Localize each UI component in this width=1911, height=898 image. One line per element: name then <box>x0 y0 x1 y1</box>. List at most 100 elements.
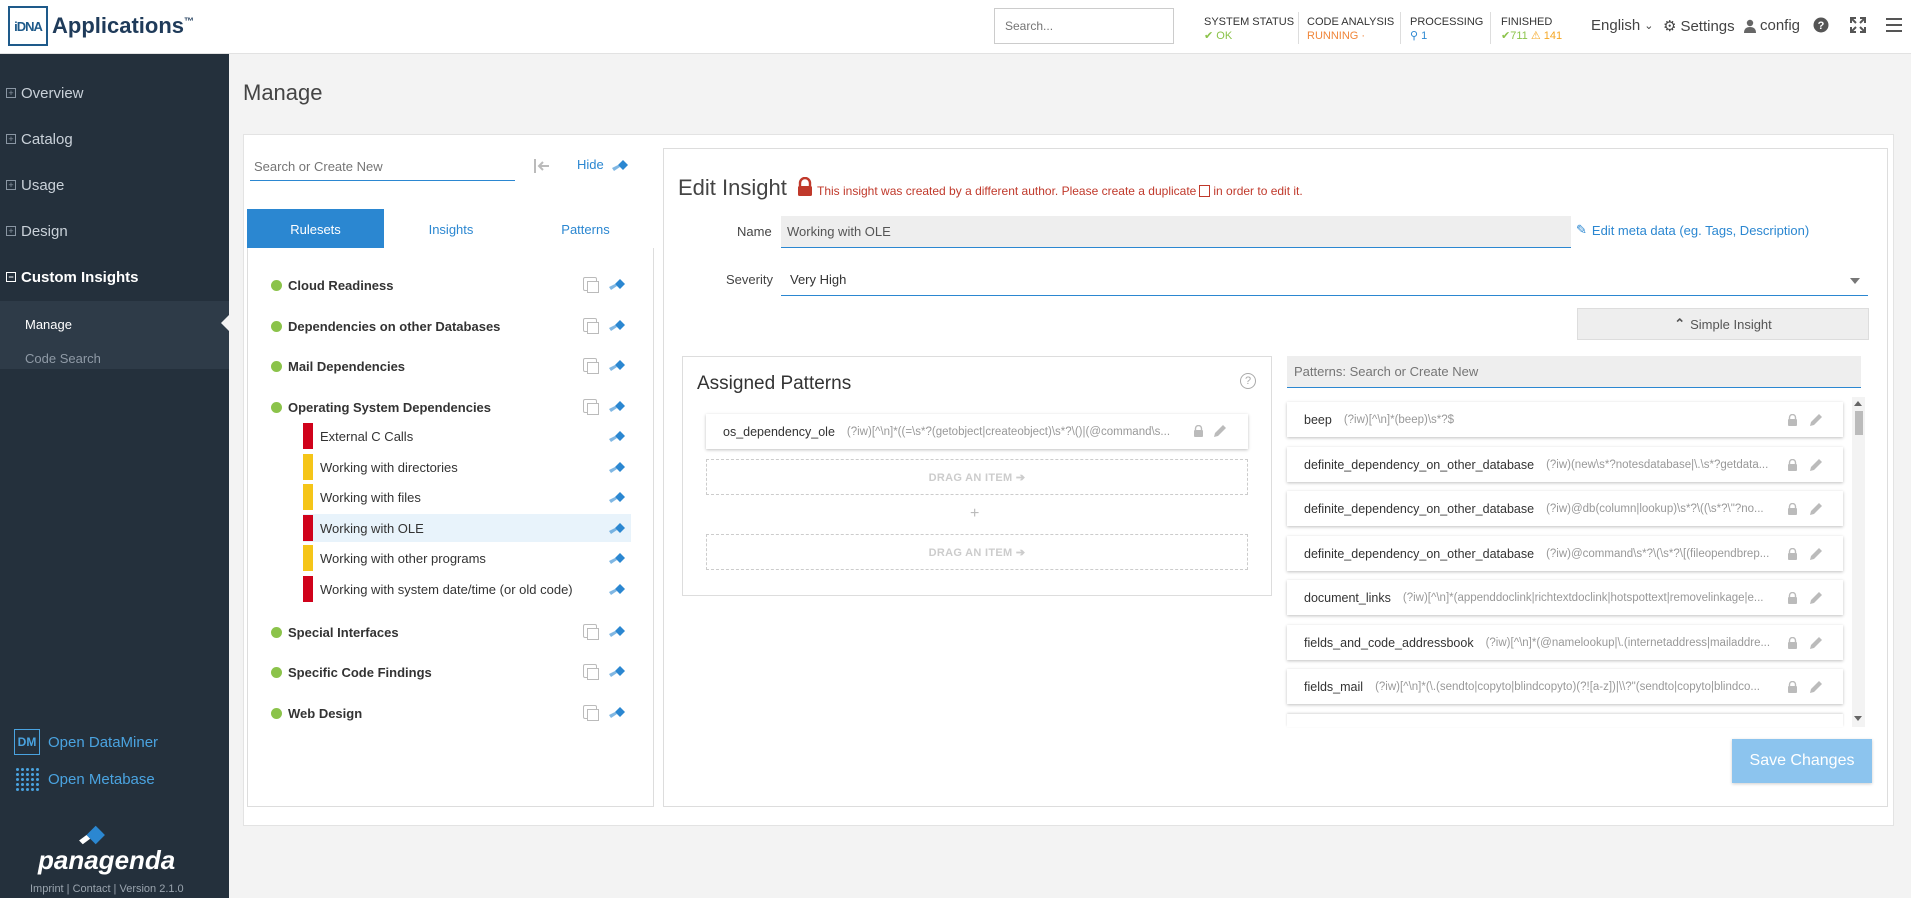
scrollbar-thumb[interactable] <box>1855 411 1863 435</box>
global-search-input[interactable] <box>994 8 1174 44</box>
panagenda-icon[interactable] <box>607 704 627 720</box>
tab-rulesets[interactable]: Rulesets <box>247 209 384 249</box>
patterns-search-input[interactable] <box>1287 356 1861 388</box>
fullscreen-icon[interactable] <box>1848 15 1868 35</box>
panagenda-icon[interactable] <box>607 550 627 566</box>
ruleset-item[interactable]: Mail Dependencies <box>271 353 631 379</box>
spinner-icon: · <box>1361 30 1366 42</box>
insight-item[interactable]: Working with directories <box>303 453 631 481</box>
simple-insight-button[interactable]: ⌃ Simple Insight <box>1577 308 1869 340</box>
panagenda-icon[interactable] <box>607 581 627 597</box>
sidebar-subitem-manage[interactable]: Manage <box>25 317 72 332</box>
copy-icon[interactable] <box>583 399 599 415</box>
sidebar-item-design[interactable]: + Design <box>0 211 229 251</box>
settings-link[interactable]: ⚙ Settings <box>1663 17 1735 36</box>
save-changes-button[interactable]: Save Changes <box>1732 739 1872 783</box>
edit-meta-data-link[interactable]: ✎ Edit meta data (eg. Tags, Description) <box>1576 222 1809 238</box>
metabase-icon <box>14 766 40 792</box>
hamburger-menu-icon[interactable] <box>1884 15 1904 35</box>
pattern-card[interactable]: fields_mail (?iw)[^\n]*(\.(sendto|copyto|… <box>1287 669 1843 704</box>
open-metabase-link[interactable]: Open Metabase <box>14 766 155 792</box>
code-analysis-status[interactable]: CODE ANALYSIS RUNNING · <box>1307 15 1394 43</box>
sidebar-subitem-code-search[interactable]: Code Search <box>25 351 101 366</box>
insight-item[interactable]: External C Calls <box>303 422 631 450</box>
panagenda-icon[interactable] <box>607 623 627 639</box>
ruleset-item[interactable]: Operating System Dependencies <box>271 394 631 420</box>
pencil-icon[interactable] <box>1808 679 1824 695</box>
severity-select[interactable]: Very High <box>781 266 1868 296</box>
assigned-pattern-card[interactable]: os_dependency_ole (?iw)[^\n]*((=\s*?(get… <box>706 414 1248 449</box>
collapse-panel-icon[interactable] <box>532 156 552 176</box>
pattern-card[interactable]: definite_dependency_on_other_database (?i… <box>1287 447 1843 482</box>
language-dropdown[interactable]: English ⌄ <box>1591 17 1653 34</box>
ruleset-item[interactable]: Dependencies on other Databases <box>271 313 631 339</box>
open-dataminer-link[interactable]: DM Open DataMiner <box>14 729 158 755</box>
pattern-card[interactable]: definite_dependency_on_other_database (?i… <box>1287 491 1843 526</box>
panagenda-icon[interactable] <box>607 459 627 475</box>
pattern-card[interactable]: definite_dependency_on_other_database (?i… <box>1287 536 1843 571</box>
panagenda-icon[interactable] <box>607 663 627 679</box>
app-logo[interactable]: iDNA Applications™ <box>8 6 194 46</box>
system-status[interactable]: SYSTEM STATUS ✔ OK <box>1204 15 1294 43</box>
ruleset-item[interactable]: Specific Code Findings <box>271 659 631 685</box>
pattern-card[interactable]: fields_and_code_addressbook (?iw)[^\n]*(@… <box>1287 625 1843 660</box>
author-warning: This insight was created by a different … <box>817 184 1303 198</box>
pencil-icon[interactable] <box>1808 501 1824 517</box>
pencil-icon[interactable] <box>1808 546 1824 562</box>
copy-icon[interactable] <box>583 358 599 374</box>
ruleset-item[interactable]: Cloud Readiness <box>271 272 631 298</box>
scroll-up-icon[interactable] <box>1854 401 1862 406</box>
copy-icon[interactable] <box>583 318 599 334</box>
scroll-down-icon[interactable] <box>1854 716 1862 721</box>
drag-drop-slot[interactable]: DRAG AN ITEM ➔ <box>706 534 1248 570</box>
insight-item[interactable]: Working with other programs <box>303 544 631 572</box>
panagenda-icon[interactable] <box>607 357 627 373</box>
hide-link[interactable]: Hide <box>577 157 630 172</box>
footer-links[interactable]: Imprint | Contact | Version 2.1.0 <box>30 883 184 895</box>
ruleset-item[interactable]: Special Interfaces <box>271 619 631 645</box>
pattern-card[interactable]: document_links (?iw)[^\n]*(appenddoclink|… <box>1287 580 1843 615</box>
pencil-icon[interactable] <box>1212 423 1228 439</box>
help-icon[interactable]: ? <box>1240 373 1256 389</box>
pattern-card[interactable]: beep (?iw)[^\n]*(beep)\s*?$ <box>1287 402 1843 437</box>
finished-status[interactable]: FINISHED ✔711 ⚠ 141 <box>1501 15 1562 43</box>
pencil-icon[interactable] <box>1808 457 1824 473</box>
copy-icon[interactable] <box>583 664 599 680</box>
expand-icon: + <box>6 180 16 190</box>
divider <box>1298 12 1299 44</box>
panagenda-icon[interactable] <box>607 428 627 444</box>
caret-down-icon <box>1850 278 1860 284</box>
name-input[interactable] <box>781 216 1571 248</box>
panagenda-icon[interactable] <box>607 520 627 536</box>
pattern-card-partial[interactable] <box>1287 714 1843 727</box>
insight-item[interactable]: Working with system date/time (or old co… <box>303 575 631 603</box>
insight-item[interactable]: Working with files <box>303 483 631 511</box>
ruleset-search-input[interactable] <box>250 153 515 181</box>
sidebar-item-usage[interactable]: + Usage <box>0 165 229 205</box>
sidebar-item-custom-insights[interactable]: − Custom Insights <box>0 257 229 297</box>
copy-icon[interactable] <box>583 277 599 293</box>
ruleset-item[interactable]: Web Design <box>271 700 631 726</box>
drag-drop-slot[interactable]: DRAG AN ITEM ➔ <box>706 459 1248 495</box>
pattern-list-scrollbar[interactable] <box>1852 397 1865 727</box>
duplicate-icon[interactable] <box>1199 185 1211 197</box>
sidebar-item-catalog[interactable]: + Catalog <box>0 119 229 159</box>
idna-logo-mark: iDNA <box>8 6 48 46</box>
help-icon[interactable]: ? <box>1811 15 1831 35</box>
pencil-icon[interactable] <box>1808 412 1824 428</box>
severity-bar <box>303 454 313 480</box>
tab-insights[interactable]: Insights <box>384 209 518 249</box>
panagenda-icon[interactable] <box>607 398 627 414</box>
tab-patterns[interactable]: Patterns <box>518 209 653 249</box>
copy-icon[interactable] <box>583 624 599 640</box>
panagenda-icon[interactable] <box>607 276 627 292</box>
copy-icon[interactable] <box>583 705 599 721</box>
sidebar-item-overview[interactable]: + Overview <box>0 73 229 113</box>
pencil-icon[interactable] <box>1808 635 1824 651</box>
processing-status[interactable]: PROCESSING ⚲ 1 <box>1410 15 1483 43</box>
insight-item-selected[interactable]: Working with OLE <box>303 514 631 542</box>
panagenda-icon[interactable] <box>607 317 627 333</box>
user-menu[interactable]: config <box>1744 17 1800 34</box>
panagenda-icon[interactable] <box>607 489 627 505</box>
pencil-icon[interactable] <box>1808 590 1824 606</box>
